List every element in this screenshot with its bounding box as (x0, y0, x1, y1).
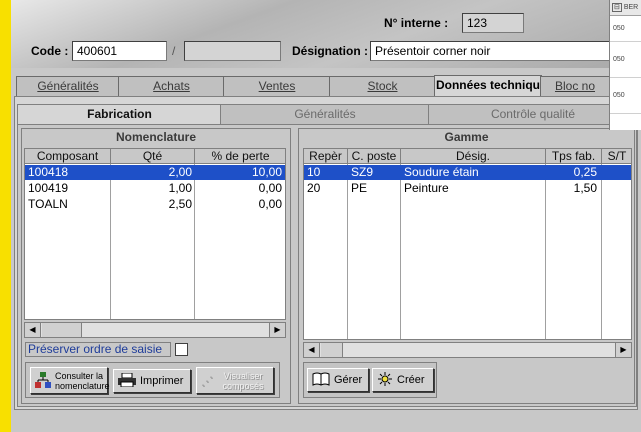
tree-icon (35, 371, 51, 390)
gamme-table[interactable]: Repèr C. poste Désig. Tps fab. S/T 10 SZ… (303, 148, 632, 340)
cell-repere: 20 (307, 181, 321, 195)
col-qte[interactable]: Qté (111, 149, 195, 164)
scroll-thumb[interactable] (42, 323, 82, 337)
side-popup-header: ⊟ BER (610, 0, 641, 16)
col-repere[interactable]: Repèr (304, 149, 348, 164)
col-perte[interactable]: % de perte (195, 149, 285, 164)
cell-qte: 2,50 (168, 197, 192, 211)
cell-perte: 10,00 (251, 165, 282, 179)
view-tree-icon: ⋰ (201, 373, 213, 388)
list-item[interactable]: 050 (610, 78, 641, 114)
cell-repere: 10 (307, 165, 321, 179)
table-row[interactable]: 20 PE Peinture 1,50 (304, 181, 631, 196)
cell-qte: 1,00 (168, 181, 192, 195)
printer-icon (118, 372, 136, 390)
designation-label: Désignation : (292, 44, 369, 58)
col-tps-fab[interactable]: Tps fab. (546, 149, 602, 164)
scroll-left-icon[interactable]: ◀ (25, 323, 41, 337)
nomenclature-table[interactable]: Composant Qté % de perte 100418 2,00 10,… (24, 148, 286, 320)
create-button[interactable]: Créer (372, 368, 434, 392)
col-composant[interactable]: Composant (25, 149, 111, 164)
cell-tps-fab: 0,25 (573, 165, 597, 179)
code-label: Code : (31, 44, 69, 58)
gamme-title: Gamme (444, 130, 489, 144)
print-button[interactable]: Imprimer (113, 369, 191, 393)
internal-number-field[interactable]: 123 (462, 13, 524, 33)
tab-bloc-notes[interactable]: Bloc no (540, 76, 610, 96)
cell-desig: Peinture (404, 181, 449, 195)
create-label: Créer (397, 374, 425, 386)
table-row[interactable]: 100418 2,00 10,00 (25, 165, 285, 180)
manage-button[interactable]: Gérer (307, 368, 369, 392)
cell-composant: 100419 (28, 181, 69, 195)
tab-stock[interactable]: Stock (329, 76, 436, 96)
table-row[interactable]: TOALN 2,50 0,00 (25, 197, 285, 212)
cell-st (602, 181, 631, 196)
scroll-right-icon[interactable]: ▶ (615, 343, 631, 357)
table-row[interactable]: 100419 1,00 0,00 (25, 181, 285, 196)
manage-label: Gérer (334, 374, 363, 386)
print-label: Imprimer (140, 375, 184, 387)
cell-tps-fab: 1,50 (573, 181, 597, 195)
scroll-left-icon[interactable]: ◀ (304, 343, 320, 357)
subtab-generalites[interactable]: Généralités (220, 104, 430, 124)
list-item[interactable]: 050 (610, 42, 641, 78)
designation-field[interactable]: Présentoir corner noir (370, 41, 610, 61)
gamme-hscrollbar[interactable]: ◀ ▶ (303, 342, 632, 358)
tab-achats[interactable]: Achats (118, 76, 225, 96)
cell-poste: SZ9 (351, 165, 374, 179)
collapse-icon[interactable]: ⊟ (612, 3, 622, 12)
cell-poste: PE (351, 181, 368, 195)
scroll-right-icon[interactable]: ▶ (269, 323, 285, 337)
scroll-thumb[interactable] (321, 343, 343, 357)
list-item[interactable]: 050 (610, 16, 641, 42)
visualize-composed-button[interactable]: ⋰ Visualiser composés (196, 367, 274, 394)
table-row[interactable]: 10 SZ9 Soudure étain 0,25 (304, 165, 631, 180)
cell-qte: 2,00 (168, 165, 192, 179)
col-poste[interactable]: C. poste (348, 149, 401, 164)
tab-generalites[interactable]: Généralités (16, 76, 120, 96)
side-popup-header-label: BER (623, 4, 639, 11)
internal-number-label: N° interne : (384, 16, 449, 30)
nomenclature-title: Nomenclature (115, 130, 197, 144)
book-icon (312, 372, 330, 389)
col-desig[interactable]: Désig. (401, 149, 546, 164)
cell-composant: TOALN (28, 197, 68, 211)
subtab-fabrication[interactable]: Fabrication (17, 104, 222, 126)
tab-donnees-techniques[interactable]: Données techniqu (434, 75, 542, 97)
cell-perte: 0,00 (258, 181, 282, 195)
cell-perte: 0,00 (258, 197, 282, 211)
preserve-order-checkbox[interactable] (175, 343, 188, 356)
code-separator: / (172, 44, 176, 58)
cell-desig: Soudure étain (404, 165, 479, 179)
consult-nomenclature-label: Consulter la nomenclature (55, 370, 110, 391)
side-popup: ⊟ BER 050 050 050 (609, 0, 641, 130)
cell-st (602, 165, 631, 180)
consult-nomenclature-button[interactable]: Consulter la nomenclature (30, 367, 110, 394)
cell-composant: 100418 (28, 165, 69, 179)
code-field[interactable]: 400601 (72, 41, 167, 61)
nomenclature-hscrollbar[interactable]: ◀ ▶ (24, 322, 286, 338)
subtab-controle-qualite[interactable]: Contrôle qualité (428, 104, 638, 124)
sparkle-icon (377, 371, 393, 389)
code-suffix-field[interactable] (184, 41, 281, 61)
tab-ventes[interactable]: Ventes (223, 76, 331, 96)
col-st[interactable]: S/T (602, 149, 631, 164)
visualize-composed-label: Visualiser composés (222, 370, 264, 391)
preserve-order-label: Préserver ordre de saisie (25, 342, 171, 357)
